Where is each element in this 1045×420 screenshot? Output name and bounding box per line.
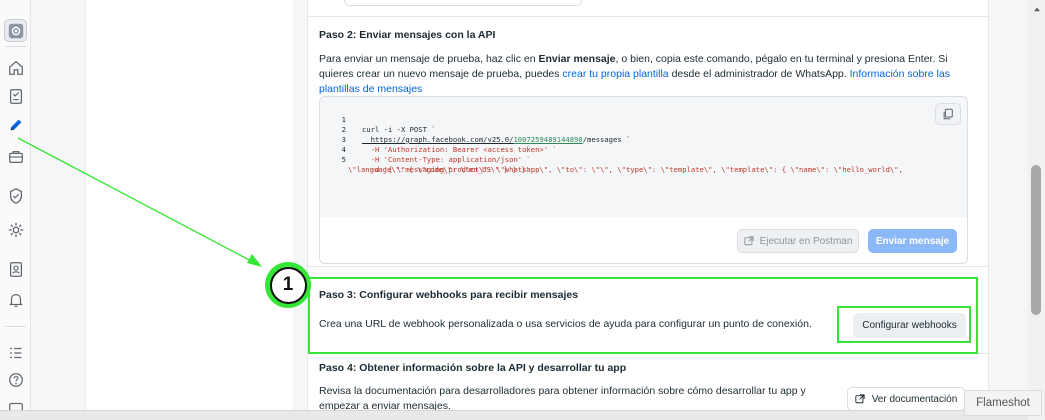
- send-message-button[interactable]: Enviar mensaje: [868, 229, 957, 253]
- checklist-icon[interactable]: [4, 84, 27, 107]
- previous-field-edge: [344, 0, 582, 6]
- code-line: 4 -H 'Content-Type: application/json' `: [320, 135, 531, 164]
- rail-divider: [5, 326, 26, 327]
- code-line: 2 https://graph.facebook.com/v25.0/10072…: [320, 115, 631, 144]
- secondary-nav-panel: [31, 0, 293, 420]
- code-area[interactable]: 1 curl -i -X POST ` 2 https://graph.face…: [320, 97, 967, 217]
- main-content: Paso 2: Enviar mensajes con la API Para …: [293, 0, 1028, 420]
- home-icon[interactable]: [4, 56, 27, 79]
- step2-title: Paso 2: Enviar mensajes con la API: [319, 29, 496, 41]
- gear-icon[interactable]: [4, 218, 27, 241]
- contacts-icon[interactable]: [4, 257, 27, 280]
- code-text: curl -i -X POST `: [362, 125, 436, 134]
- scroll-up-arrow-icon[interactable]: [1028, 4, 1045, 14]
- code-line: 3 -H 'Authorization: Bearer <access toke…: [320, 125, 557, 154]
- webhooks-button-highlight: [837, 306, 971, 343]
- settings-icon[interactable]: [4, 19, 27, 42]
- list-icon[interactable]: [4, 341, 27, 364]
- step2-bold-text: Enviar mensaje: [538, 53, 616, 65]
- step2-description: Para enviar un mensaje de prueba, haz cl…: [319, 52, 969, 97]
- code-phone-id: 1007259489144890: [513, 135, 583, 144]
- run-in-postman-label: Ejecutar en Postman: [759, 235, 853, 247]
- view-documentation-label: Ver documentación: [871, 393, 958, 405]
- scrollbar-thumb[interactable]: [1031, 165, 1041, 315]
- bell-icon[interactable]: [4, 288, 27, 311]
- send-message-label: Enviar mensaje: [875, 235, 950, 247]
- copy-icon: [943, 108, 953, 120]
- shield-check-icon[interactable]: [4, 184, 27, 207]
- run-in-postman-button[interactable]: Ejecutar en Postman: [737, 229, 859, 253]
- left-icon-rail: [0, 0, 31, 420]
- external-link-icon: [743, 236, 754, 246]
- horizontal-scrollbar[interactable]: [0, 410, 1028, 420]
- external-link-icon: [855, 394, 865, 404]
- briefcase-icon[interactable]: [4, 145, 27, 168]
- rail-divider: [5, 46, 26, 47]
- step-marker-number: 1: [269, 266, 307, 304]
- step4-title: Paso 4: Obtener información sobre la API…: [319, 362, 627, 374]
- step-marker: 1: [265, 262, 311, 308]
- code-url-suffix: /messages `: [582, 135, 631, 144]
- code-line: 5 -d '{ \"messaging_product\": \"whatsap…: [320, 145, 903, 174]
- code-line: \"language\": { \"code\": \"en_US\" } } …: [320, 155, 530, 174]
- code-text: -H 'Content-Type: application/json' `: [362, 155, 531, 164]
- create-template-link[interactable]: crear tu propia plantilla: [562, 68, 668, 80]
- code-text: -H 'Authorization: Bearer <access token>…: [362, 145, 557, 154]
- view-documentation-button[interactable]: Ver documentación: [847, 387, 965, 411]
- code-line: 1 curl -i -X POST `: [320, 105, 436, 134]
- step2-text: Para enviar un mensaje de prueba, haz cl…: [319, 53, 539, 65]
- code-text: https://graph.facebook.com/v25.0/1007259…: [362, 135, 631, 145]
- help-icon[interactable]: [4, 368, 27, 391]
- section-divider: [307, 266, 989, 267]
- flameshot-watermark: Flameshot: [964, 390, 1042, 416]
- code-snippet-box: 1 curl -i -X POST ` 2 https://graph.face…: [319, 96, 968, 264]
- pencil-icon[interactable]: [4, 113, 27, 136]
- step2-text: desde el administrador de WhatsApp.: [668, 68, 850, 80]
- code-text: \"language\": { \"code\": \"en_US\" } } …: [348, 165, 530, 174]
- code-url: https://graph.facebook.com/v25.0/: [362, 135, 514, 144]
- section-divider: [308, 16, 990, 17]
- setup-card: Paso 2: Enviar mensajes con la API Para …: [307, 0, 990, 420]
- copy-code-button[interactable]: [935, 103, 961, 125]
- secondary-nav-content: [85, 0, 293, 420]
